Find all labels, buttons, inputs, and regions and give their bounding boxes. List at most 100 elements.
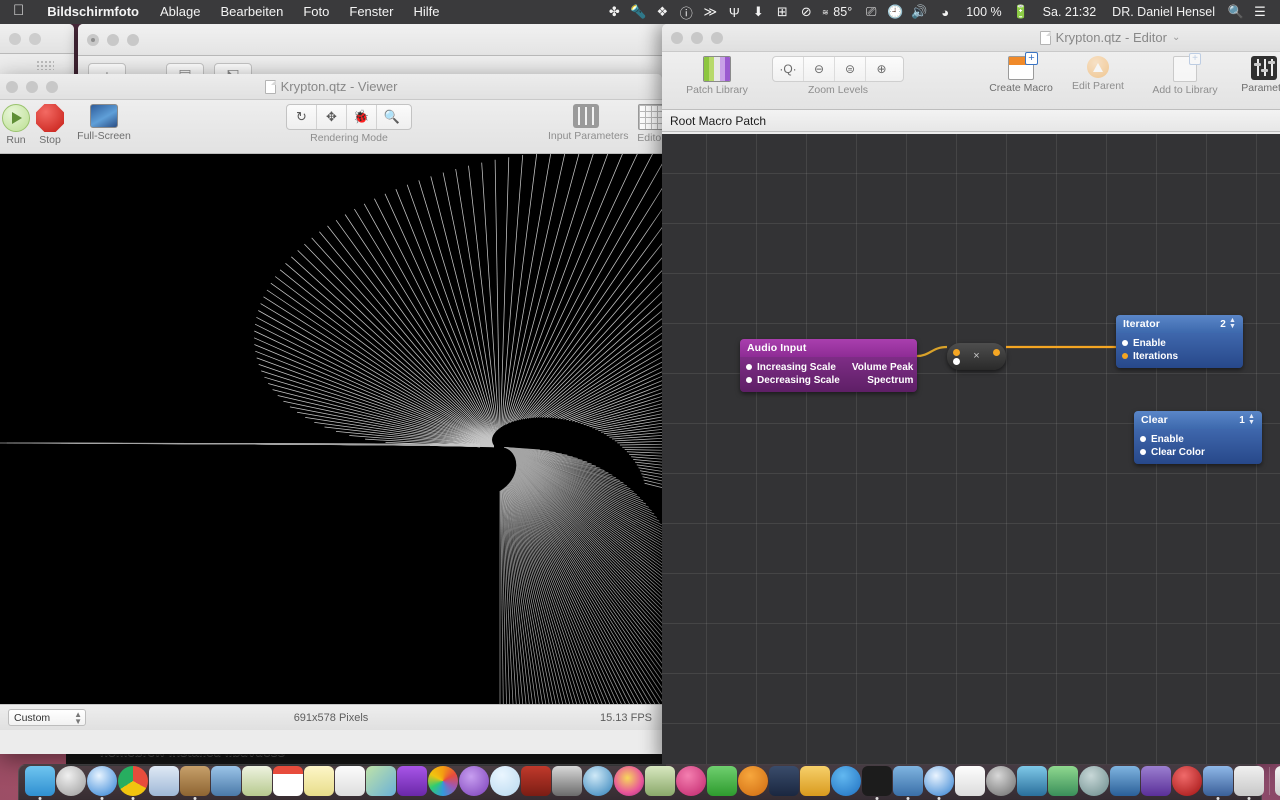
time-machine-icon[interactable]: 🕘 (883, 0, 907, 24)
add-to-library-button[interactable]: + Add to Library (1142, 53, 1228, 96)
dock-icon-reminders[interactable] (335, 766, 365, 796)
dock-icon-files[interactable] (1275, 766, 1280, 796)
weather-menu-icon[interactable]: ≋ (818, 0, 832, 24)
minimize-button[interactable] (691, 31, 703, 44)
zoom-button[interactable] (46, 80, 58, 93)
bartender-icon[interactable]: ⊞ (770, 0, 794, 24)
chevron-down-icon[interactable]: ⌄ (1172, 32, 1180, 43)
clock-label[interactable]: Sa. 21:32 (1033, 5, 1104, 19)
port-row-input[interactable]: Enable (1134, 433, 1262, 445)
close-button[interactable] (87, 33, 99, 46)
dock-icon-flower[interactable] (614, 766, 644, 796)
dock-icon-photos[interactable] (428, 766, 458, 796)
menu-hilfe[interactable]: Hilfe (403, 0, 449, 24)
minimize-button[interactable] (107, 33, 119, 46)
airplay-icon[interactable]: ⎚ (859, 0, 883, 24)
macos-menubar[interactable]:  Bildschirmfoto Ablage Bearbeiten Foto … (0, 0, 1280, 24)
menubar-left[interactable]:  Bildschirmfoto Ablage Bearbeiten Foto … (0, 0, 449, 24)
dock-icon-emacs[interactable] (1141, 766, 1171, 796)
flashlight-icon[interactable]: 🔦 (626, 0, 650, 24)
dock-icon-audio[interactable] (645, 766, 675, 796)
search-icon[interactable]: 🔍 (1224, 0, 1248, 24)
dock-icon-acrobat[interactable] (1172, 766, 1202, 796)
port-row-input[interactable]: Decreasing Scale (740, 374, 846, 386)
dock-icon-scrivener[interactable] (800, 766, 830, 796)
dock-icon-tex[interactable] (1079, 766, 1109, 796)
dock-icon-stickies[interactable] (304, 766, 334, 796)
peek-traffic-lights[interactable] (0, 32, 41, 45)
dock-icon-sketch[interactable] (1017, 766, 1047, 796)
close-button[interactable] (671, 31, 683, 44)
stop-button[interactable]: Stop (34, 104, 66, 146)
zoom-levels-group[interactable]: ·Q· ⊖ ⊜ ⊕ Zoom Levels (772, 56, 904, 96)
port-dot-icon[interactable] (1140, 436, 1146, 442)
wifi-icon[interactable]: ◕ (931, 0, 959, 24)
apple-menu-icon[interactable]:  (0, 0, 36, 24)
create-macro-button[interactable]: + Create Macro (982, 52, 1060, 94)
dock-icon-devonthink[interactable] (893, 766, 923, 796)
dock-icon-messages[interactable] (490, 766, 520, 796)
dock-icon-scissors[interactable] (1234, 766, 1264, 796)
port-dot-icon[interactable] (746, 364, 752, 370)
battery-charging-icon[interactable]: 🔋 (1009, 0, 1033, 24)
dropbox-icon[interactable]: ❖ (650, 0, 674, 24)
editor-window[interactable]: Krypton.qtz - Editor ⌄ Patch Library ·Q·… (662, 24, 1280, 764)
dock-icon-chrome[interactable] (118, 766, 148, 796)
editor-titlebar[interactable]: Krypton.qtz - Editor ⌄ (662, 24, 1280, 52)
dock-icon-finder[interactable] (25, 766, 55, 796)
photos-traffic-lights[interactable] (78, 33, 139, 46)
rendering-mode-segments[interactable]: ↻ ✥ 🐞 🔍 (286, 104, 412, 130)
port-row-input[interactable]: Enable (1116, 337, 1243, 349)
zoom-out-icon[interactable]: ⊖ (804, 57, 835, 81)
menu-ablage[interactable]: Ablage (150, 0, 210, 24)
viewer-window[interactable]: Krypton.qtz - Viewer Run Stop Full-Scree… (0, 74, 662, 754)
download-icon[interactable]: ⬇ (746, 0, 770, 24)
editor-button[interactable]: Editor (626, 104, 662, 144)
peek-window-titlebar[interactable] (0, 24, 74, 54)
minimize-button[interactable] (29, 32, 41, 45)
patch-clear[interactable]: Clear 1 ▲ ▼ Enable Clear Color (1134, 411, 1262, 464)
port-row-input[interactable]: Increasing Scale (740, 361, 846, 373)
dock-icon-photobooth[interactable] (521, 766, 551, 796)
rendering-mode-group[interactable]: ↻ ✥ 🐞 🔍 Rendering Mode (286, 104, 412, 144)
patch-count[interactable]: 1 ▲ ▼ (1239, 413, 1255, 426)
viewer-render-canvas[interactable] (0, 154, 662, 726)
parameters-button[interactable]: Paramete (1234, 56, 1280, 94)
dock-icon-omnigraffle[interactable] (1203, 766, 1233, 796)
dock-icon-pages[interactable] (955, 766, 985, 796)
editor-toolbar[interactable]: Patch Library ·Q· ⊖ ⊜ ⊕ Zoom Levels + Cr… (662, 52, 1280, 110)
menu-bearbeiten[interactable]: Bearbeiten (210, 0, 293, 24)
menu-app-name[interactable]: Bildschirmfoto (36, 0, 150, 24)
patch-library-button[interactable]: Patch Library (678, 56, 756, 96)
port-row-output[interactable]: Spectrum (846, 374, 917, 386)
dock-icon-terminal[interactable] (862, 766, 892, 796)
dock-icon-launchpad[interactable] (56, 766, 86, 796)
dock-icon-display[interactable] (1048, 766, 1078, 796)
dock-icon-mail[interactable] (149, 766, 179, 796)
dock-icon-maps[interactable] (366, 766, 396, 796)
signal-waves-icon[interactable]: ≫ (698, 0, 722, 24)
notification-center-icon[interactable]: ☰ (1248, 0, 1272, 24)
dock-icon-safari[interactable] (87, 766, 117, 796)
volume-icon[interactable]: 🔊 (907, 0, 931, 24)
viewer-toolbar[interactable]: Run Stop Full-Screen ↻ ✥ 🐞 🔍 Rendering M… (0, 100, 662, 154)
run-button[interactable]: Run (0, 104, 32, 146)
patch-audio-input[interactable]: Audio Input Increasing Scale Decreasing … (740, 339, 917, 392)
port-dot-icon[interactable] (1122, 340, 1128, 346)
dock-icon-ibooks[interactable] (738, 766, 768, 796)
zoom-fit-icon[interactable]: ·Q· (773, 57, 804, 81)
move-icon[interactable]: ✥ (317, 105, 347, 129)
menubar-status-area[interactable]: ✤ 🔦 ❖ ⓘ ≫ Ψ ⬇ ⊞ ⊘ ≋ 85° ⎚ 🕘 🔊 ◕ 100 % 🔋 … (602, 0, 1280, 24)
port-dot-icon[interactable] (1122, 353, 1128, 359)
dock-icon-contacts[interactable] (180, 766, 210, 796)
input-parameters-button[interactable]: Input Parameters (548, 104, 629, 142)
viewer-traffic-lights[interactable] (0, 80, 58, 93)
port-dot-icon[interactable] (1140, 449, 1146, 455)
zoom-button[interactable] (711, 31, 723, 44)
dock-icon-notes-alt[interactable] (242, 766, 272, 796)
dock-icon-numbers[interactable] (707, 766, 737, 796)
bug-icon[interactable]: 🐞 (347, 105, 377, 129)
magnify-icon[interactable]: 🔍 (377, 105, 407, 129)
dock-icon-affinity[interactable] (397, 766, 427, 796)
port-dot-icon[interactable] (746, 377, 752, 383)
